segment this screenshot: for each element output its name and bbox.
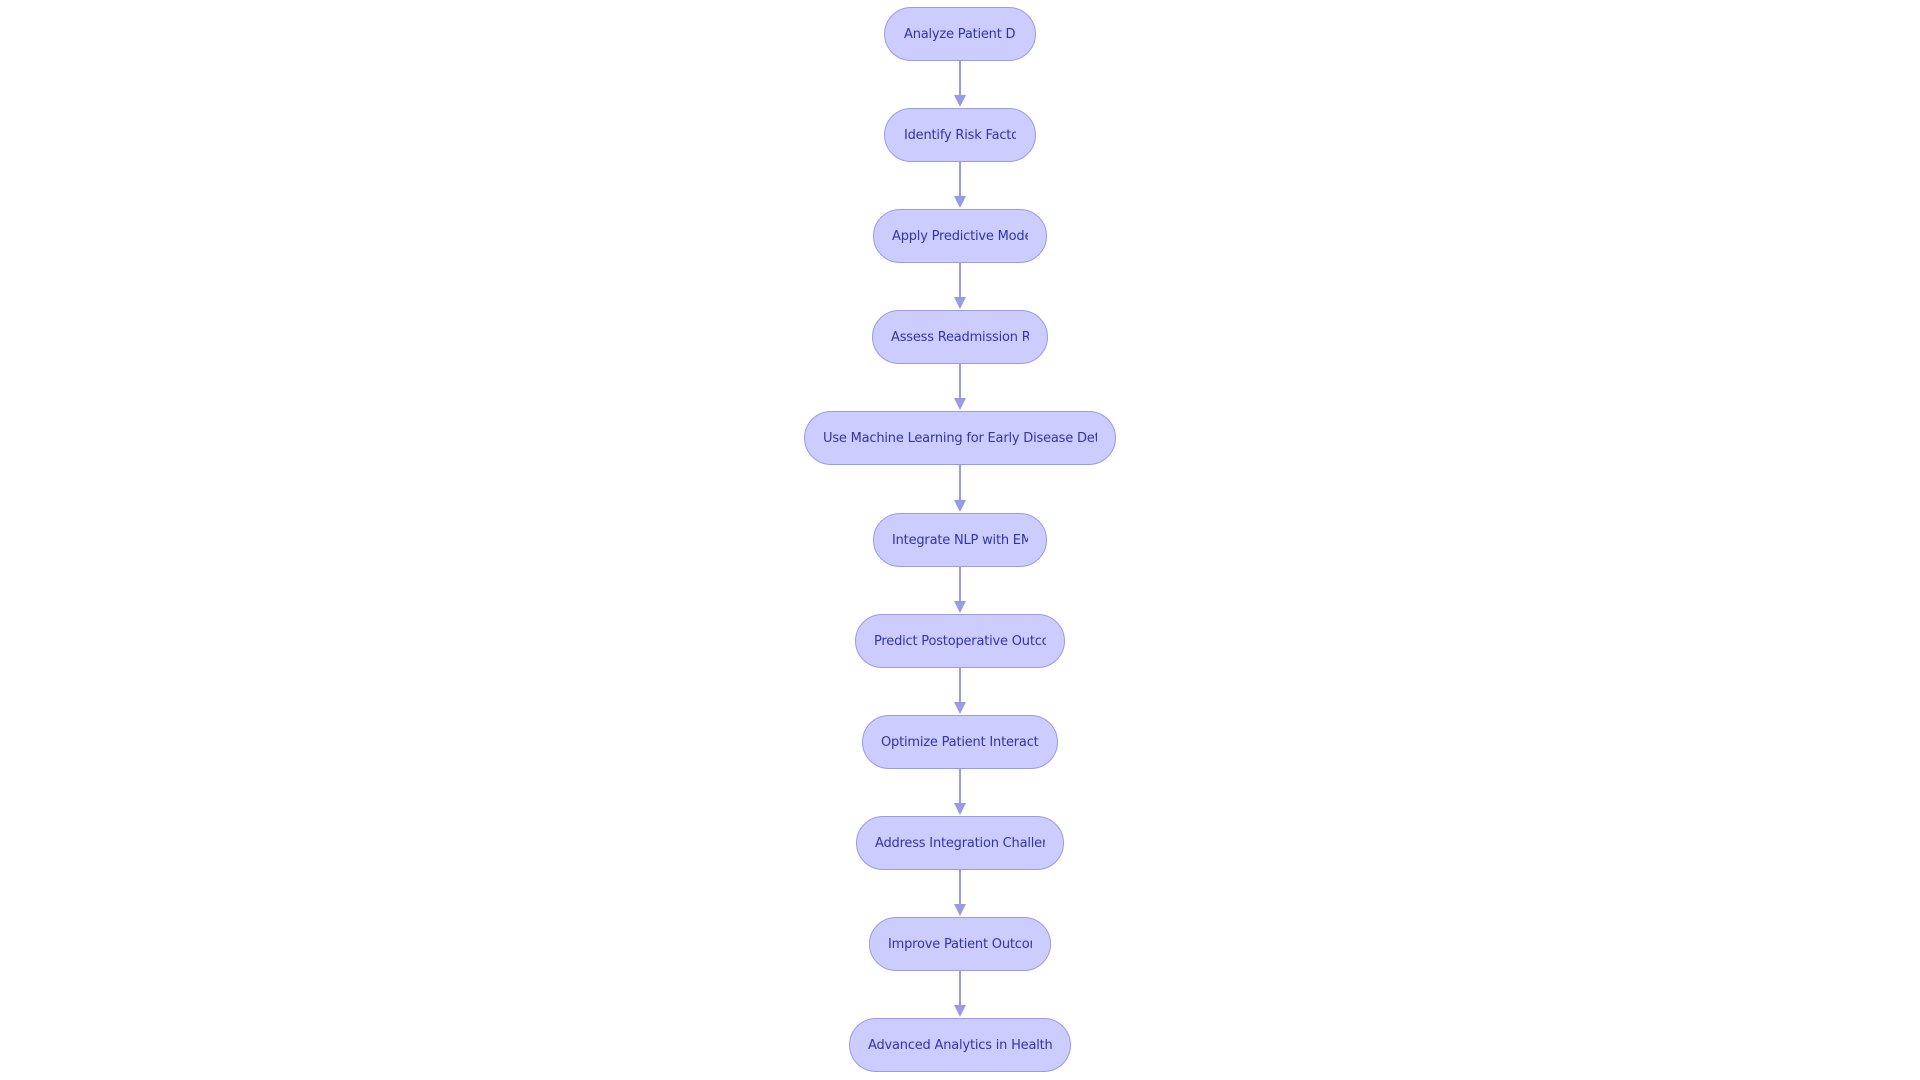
node-integrate-nlp-with-emr[interactable]: Integrate NLP with EM (873, 513, 1047, 567)
node-label: Identify Risk Facto (904, 127, 1016, 143)
node-predict-postoperative-outcomes[interactable]: Predict Postoperative Outcc (855, 614, 1065, 668)
node-label: Advanced Analytics in Healthc (868, 1037, 1052, 1053)
node-advanced-analytics-in-healthcare[interactable]: Advanced Analytics in Healthc (849, 1018, 1071, 1072)
arrowhead-icon (954, 803, 966, 815)
node-optimize-patient-interaction[interactable]: Optimize Patient Interacti (862, 715, 1058, 769)
node-label: Improve Patient Outcon (888, 936, 1032, 952)
arrowhead-icon (954, 297, 966, 309)
arrowhead-icon (954, 702, 966, 714)
node-analyze-patient-data[interactable]: Analyze Patient Da (884, 7, 1036, 61)
arrowhead-icon (954, 95, 966, 107)
arrowhead-icon (954, 601, 966, 613)
node-identify-risk-factors[interactable]: Identify Risk Facto (884, 108, 1036, 162)
flowchart-canvas: Analyze Patient Da Identify Risk Facto A… (0, 0, 1920, 1080)
node-label: Integrate NLP with EM (892, 532, 1028, 548)
node-machine-learning-early-detection[interactable]: Use Machine Learning for Early Disease D… (804, 411, 1116, 465)
node-improve-patient-outcomes[interactable]: Improve Patient Outcon (869, 917, 1051, 971)
arrowhead-icon (954, 904, 966, 916)
node-assess-readmission-risk[interactable]: Assess Readmission Ri (872, 310, 1048, 364)
node-address-integration-challenges[interactable]: Address Integration Challen (856, 816, 1064, 870)
arrowhead-icon (954, 1005, 966, 1017)
arrowhead-icon (954, 398, 966, 410)
node-label: Assess Readmission Ri (891, 329, 1029, 345)
node-label: Predict Postoperative Outcc (874, 633, 1046, 649)
node-label: Analyze Patient Da (904, 26, 1016, 42)
node-label: Use Machine Learning for Early Disease D… (823, 430, 1097, 446)
arrowhead-icon (954, 500, 966, 512)
node-label: Optimize Patient Interacti (881, 734, 1039, 750)
node-label: Apply Predictive Mode (892, 228, 1028, 244)
node-label: Address Integration Challen (875, 835, 1045, 851)
node-apply-predictive-models[interactable]: Apply Predictive Mode (873, 209, 1047, 263)
arrowhead-icon (954, 196, 966, 208)
